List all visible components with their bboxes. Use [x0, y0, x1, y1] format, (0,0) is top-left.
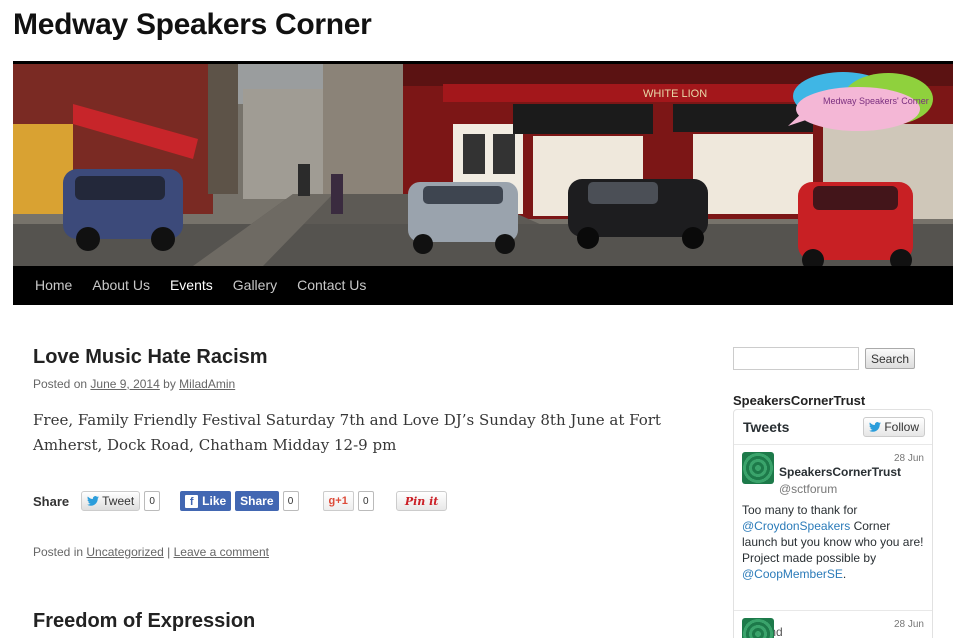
tweet-item: 28 Jun SpeakersCornerTrust @sctforum Too… — [734, 445, 932, 638]
post-title-2[interactable]: Freedom of Expression — [33, 610, 255, 633]
tweet-button[interactable]: Tweet — [81, 491, 141, 511]
twitter-widget-header: Tweets Follow — [734, 410, 932, 445]
tweet-author-handle[interactable]: @sctforum — [779, 482, 837, 496]
nav-gallery[interactable]: Gallery — [233, 266, 277, 305]
facebook-count: 0 — [282, 491, 299, 511]
banner-sign-text: WHITE LION — [643, 88, 707, 100]
tweet-count: 0 — [144, 491, 161, 511]
meta-separator: | — [167, 545, 171, 559]
tweet-text-part: Too many to thank for — [742, 503, 858, 517]
category-link[interactable]: Uncategorized — [86, 545, 163, 559]
nav-contact-us[interactable]: Contact Us — [297, 266, 366, 305]
google-plus-button[interactable]: g +1 — [322, 491, 354, 511]
facebook-share-button[interactable]: Share — [235, 491, 279, 511]
share-bar: Share Tweet 0 f Like Share 0 g +1 0 Pin i… — [33, 490, 448, 512]
twitter-bird-icon — [87, 496, 100, 506]
twitter-bird-icon — [869, 422, 882, 432]
tweet-label: Tweet — [102, 494, 135, 508]
banner-logo-text: Medway Speakers' Corner — [823, 96, 929, 106]
tweets-title: Tweets — [743, 419, 790, 435]
post-title[interactable]: Love Music Hate Racism — [33, 346, 268, 369]
tweet-author-name[interactable]: SpeakersCornerTrust — [779, 465, 901, 479]
gplus-label: +1 — [335, 495, 348, 507]
search-input[interactable] — [733, 347, 859, 370]
tweet-text-part: . — [842, 567, 847, 581]
avatar[interactable] — [742, 452, 774, 484]
author-link[interactable]: MiladAmin — [179, 377, 235, 391]
site-title[interactable]: Medway Speakers Corner — [13, 8, 372, 42]
nav-home[interactable]: Home — [35, 266, 72, 305]
main-navigation: Home About Us Events Gallery Contact Us — [13, 266, 953, 305]
by-label: by — [163, 377, 176, 391]
nav-about-us[interactable]: About Us — [92, 266, 150, 305]
tweet-text: Too many to thank for @CroydonSpeakers C… — [742, 502, 926, 582]
leave-comment-link[interactable]: Leave a comment — [174, 545, 269, 559]
tweet-date[interactable]: 28 Jun — [894, 619, 924, 630]
gplus-count: 0 — [357, 491, 374, 511]
posted-on-label: Posted on — [33, 377, 88, 391]
nav-events[interactable]: Events — [170, 266, 213, 305]
follow-label: Follow — [884, 420, 919, 434]
post-date-link[interactable]: June 9, 2014 — [90, 377, 159, 391]
twitter-follow-button[interactable]: Follow — [863, 417, 925, 437]
post-footer-meta: Posted in Uncategorized | Leave a commen… — [33, 545, 269, 559]
twitter-timeline-widget: Tweets Follow 28 Jun SpeakersCornerTrust… — [733, 409, 933, 638]
tweet-date[interactable]: 28 Jun — [894, 453, 924, 464]
posted-in-label: Posted in — [33, 545, 84, 559]
facebook-icon: f — [185, 494, 199, 508]
post-content: Free, Family Friendly Festival Saturday … — [33, 411, 661, 454]
share-label: Share — [33, 493, 70, 509]
google-plus-icon: g — [328, 495, 336, 507]
facebook-like-button[interactable]: f Like — [180, 491, 232, 511]
avatar[interactable] — [742, 618, 774, 638]
tweet-item: 28 Jun — [734, 611, 932, 638]
search-button[interactable]: Search — [865, 348, 916, 369]
twitter-widget-heading[interactable]: SpeakersCornerTrust — [733, 393, 865, 408]
fb-like-label: Like — [202, 494, 227, 508]
header-banner-image: WHITE LION Medway Speakers' Corner — [13, 64, 953, 266]
mention-link[interactable]: @CoopMemberSE — [742, 567, 843, 581]
pinterest-pin-button[interactable]: Pin it — [395, 491, 448, 511]
mention-link[interactable]: @CroydonSpeakers — [742, 519, 850, 533]
post-meta: Posted on June 9, 2014 by MiladAmin — [33, 377, 235, 391]
